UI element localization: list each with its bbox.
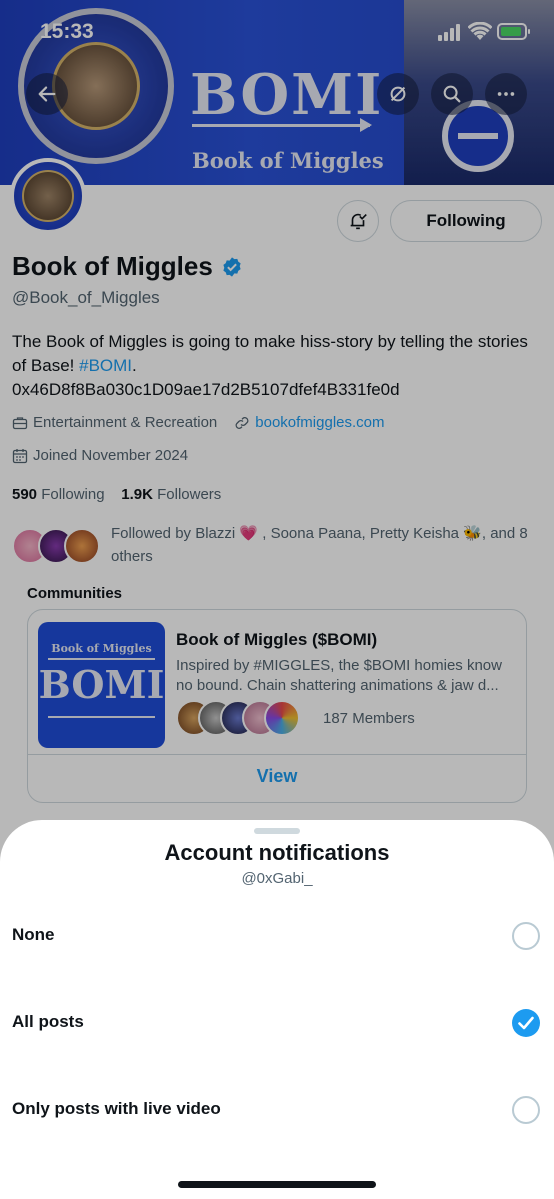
profile-bio: The Book of Miggles is going to make his… [12,330,532,402]
sheet-subtitle: @0xGabi_ [241,870,313,887]
community-description: Inspired by #MIGGLES, the $BOMI homies k… [176,657,502,694]
radio-all-posts[interactable] [512,1009,540,1037]
profile-name-row: Book of Miggles [12,251,243,282]
option-label: None [12,925,55,944]
calendar-icon [12,448,28,463]
followers-count: 1.9K [121,486,153,503]
battery-icon [497,23,530,40]
avatar [64,528,100,564]
profile-website-link[interactable]: bookofmiggles.com [255,414,384,431]
followers-label: Followers [157,486,222,503]
link-icon [235,416,249,429]
sync-icon [390,86,406,102]
avatar [264,700,300,736]
home-indicator[interactable] [178,1181,376,1188]
communities-heading: Communities [27,585,123,602]
more-button[interactable] [485,73,527,115]
community-image-big-text: BOMI [38,662,165,707]
option-all-posts[interactable]: All posts [0,995,554,1051]
wifi-icon [467,21,493,42]
banner-title: BOMI [190,62,384,128]
community-image-small-text: Book of Miggles [51,642,152,655]
back-button[interactable] [26,73,68,115]
profile-joined: Joined November 2024 [33,447,189,464]
bio-end: . [132,356,137,375]
sheet-title: Account notifications [164,840,390,865]
followed-by-avatars[interactable] [12,528,102,566]
back-arrow-icon [38,86,56,102]
profile-stats: 590 Following 1.9K Followers [12,486,221,503]
notifications-bell-button[interactable] [337,200,379,242]
following-button[interactable]: Following [390,200,542,242]
bio-hashtag-link[interactable]: #BOMI [79,356,132,375]
bell-check-icon [350,213,367,230]
profile-joined-row: Joined November 2024 [12,447,188,464]
profile-category: Entertainment & Recreation [33,414,218,431]
status-bar: 15:33 [0,0,554,60]
profile-handle: @Book_of_Miggles [12,288,160,307]
status-time: 15:33 [40,20,94,43]
radio-none[interactable] [512,922,540,950]
followed-by-text[interactable]: Followed by Blazzi 💗 , Soona Paana, Pret… [111,522,536,568]
option-label: All posts [12,1012,84,1031]
following-label: Following [41,486,105,503]
option-live-video[interactable]: Only posts with live video [0,1082,554,1138]
radio-live-video[interactable] [512,1096,540,1124]
profile-avatar[interactable] [10,158,86,234]
community-image: Book of Miggles BOMI [38,622,165,748]
sync-button[interactable] [377,73,419,115]
profile-meta-row: Entertainment & Recreation bookofmiggles… [12,414,385,431]
cellular-signal-icon [438,24,462,41]
search-button[interactable] [431,73,473,115]
option-none[interactable]: None [0,908,554,964]
briefcase-icon [12,416,28,429]
verified-badge-icon[interactable] [221,256,243,278]
bio-address: 0x46D8f8Ba030c1D09ae17d2B5107dfef4B331fe… [12,380,400,399]
sheet-grabber[interactable] [254,828,300,834]
community-member-avatars [176,700,316,738]
community-name: Book of Miggles ($BOMI) [176,630,378,649]
community-card[interactable]: Book of Miggles BOMI Book of Miggles ($B… [27,609,527,803]
divider [28,754,526,755]
banner-arrow [192,118,372,132]
profile-name: Book of Miggles [12,251,213,281]
community-view-button[interactable]: View [28,766,526,787]
account-notifications-sheet: Account notifications @0xGabi_ None All … [0,820,554,1199]
banner-subtitle: Book of Miggles [192,148,384,173]
community-members: 187 Members [323,710,415,727]
more-icon [497,92,515,96]
following-link[interactable]: 590 Following [12,486,105,503]
search-icon [443,85,461,103]
following-count: 590 [12,486,38,503]
check-icon [518,1016,534,1030]
followers-link[interactable]: 1.9K Followers [121,486,221,503]
option-label: Only posts with live video [12,1099,221,1118]
